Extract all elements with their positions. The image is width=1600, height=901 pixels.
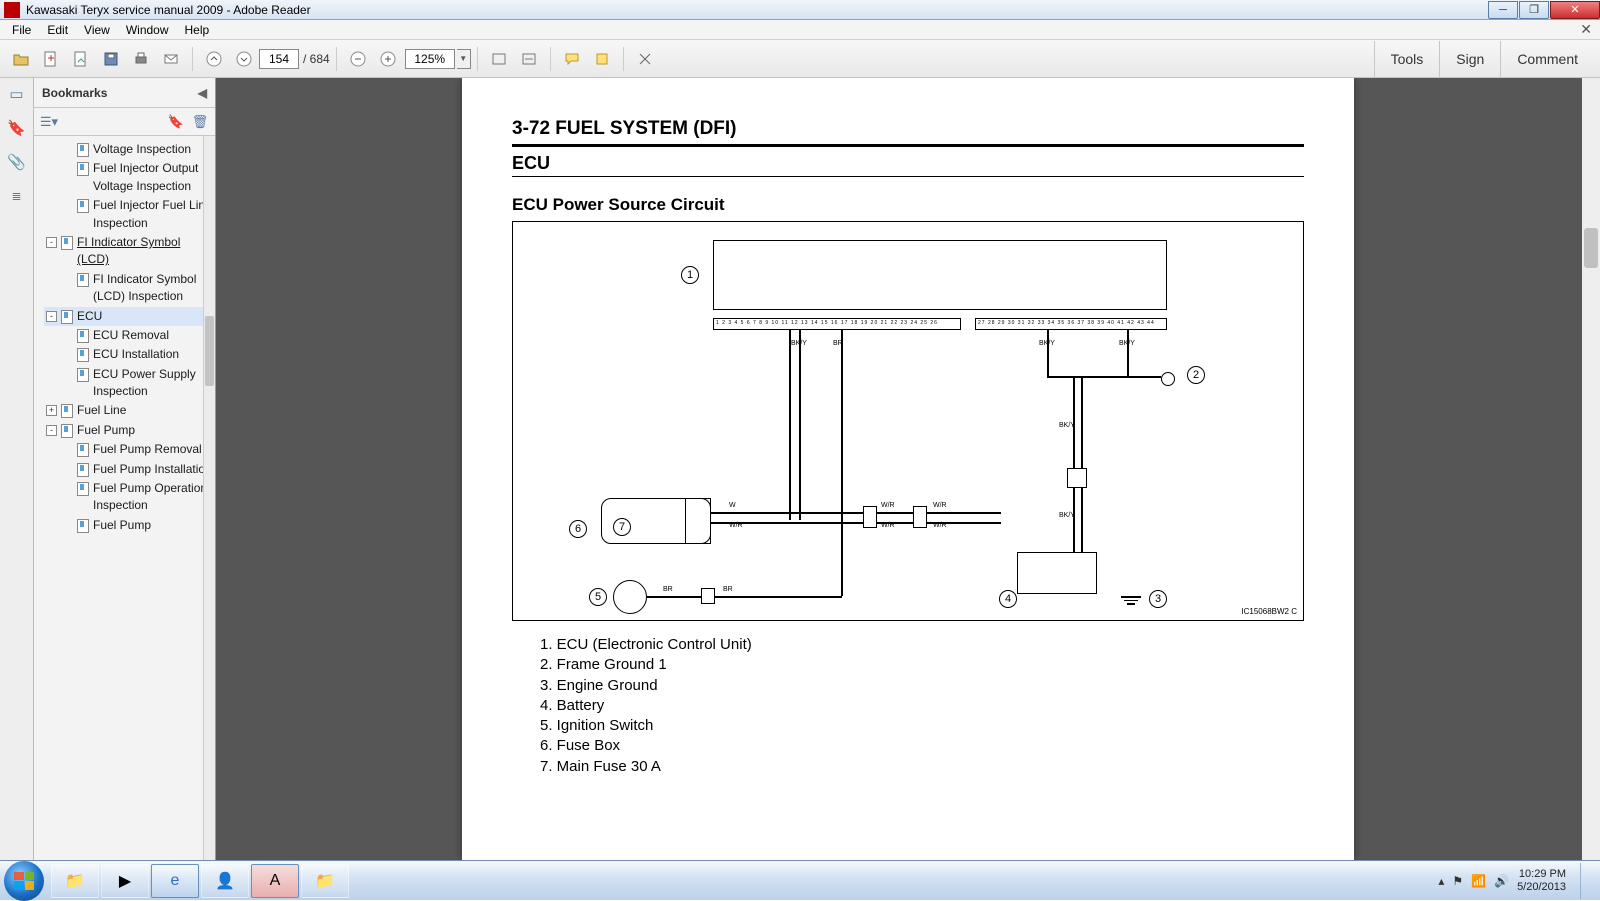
new-bookmark-icon[interactable]: 🔖 — [167, 113, 185, 131]
open-button[interactable] — [8, 46, 34, 72]
taskbar-ie[interactable]: e — [151, 864, 199, 898]
nav-rail: ▭ 🔖 📎 ≣ — [0, 78, 34, 860]
callout-3: 3 — [1149, 590, 1167, 608]
bookmark-item[interactable]: Fuel Injector Fuel Line Inspection — [60, 196, 215, 233]
bookmark-item[interactable]: ECU Removal — [60, 326, 215, 345]
bookmarks-panel: Bookmarks ◀ ☰▾ 🔖 🗑 Voltage InspectionFue… — [34, 78, 216, 860]
bookmark-item[interactable]: Fuel Pump Installation — [60, 460, 215, 479]
bookmark-item[interactable]: +Fuel Line — [44, 401, 215, 420]
toolbar: / 684 ▼ Tools Sign Comment — [0, 40, 1600, 78]
bookmark-item[interactable]: ECU Power Supply Inspection — [60, 365, 215, 402]
bookmark-item[interactable]: -ECU — [44, 307, 215, 326]
comment-button[interactable] — [559, 46, 585, 72]
main-area: ▭ 🔖 📎 ≣ Bookmarks ◀ ☰▾ 🔖 🗑 Voltage Inspe… — [0, 78, 1600, 860]
tray-show-hidden-icon[interactable]: ▴ — [1438, 874, 1444, 888]
collapse-panel-icon[interactable]: ◀ — [198, 86, 207, 100]
bookmark-item[interactable]: Fuel Injector Output Voltage Inspection — [60, 159, 215, 196]
legend-list: 1. ECU (Electronic Control Unit)2. Frame… — [512, 635, 1304, 777]
email-button[interactable] — [158, 46, 184, 72]
start-button[interactable] — [4, 861, 44, 901]
delete-bookmark-icon[interactable]: 🗑 — [191, 113, 209, 131]
page-up-button[interactable] — [201, 46, 227, 72]
menu-bar: File Edit View Window Help ✕ — [0, 20, 1600, 40]
zoom-dropdown-icon[interactable]: ▼ — [457, 49, 471, 69]
minimize-button[interactable]: ─ — [1488, 1, 1518, 19]
fit-width-button[interactable] — [516, 46, 542, 72]
menu-close-icon[interactable]: ✕ — [1580, 21, 1592, 38]
attachments-icon[interactable]: 📎 — [7, 152, 27, 172]
window-titlebar: Kawasaki Teryx service manual 2009 - Ado… — [0, 0, 1600, 20]
callout-4: 4 — [999, 590, 1017, 608]
callout-2: 2 — [1187, 366, 1205, 384]
taskbar: 📁 ▶ e 👤 A 📁 ▴ ⚑ 📶 🔊 10:29 PM 5/20/2013 — [0, 860, 1600, 900]
create-pdf-button[interactable] — [38, 46, 64, 72]
tray-volume-icon[interactable]: 🔊 — [1494, 874, 1509, 888]
bookmarks-title: Bookmarks — [42, 86, 107, 100]
bookmark-tab-icon[interactable]: 🔖 — [7, 118, 27, 138]
taskbar-app2[interactable]: 📁 — [301, 864, 349, 898]
section-title: ECU — [512, 153, 1304, 174]
menu-view[interactable]: View — [76, 21, 118, 39]
callout-6: 6 — [569, 520, 587, 538]
menu-edit[interactable]: Edit — [39, 21, 76, 39]
options-icon[interactable]: ☰▾ — [40, 113, 58, 131]
menu-file[interactable]: File — [4, 21, 39, 39]
callout-1: 1 — [681, 266, 699, 284]
bookmark-item[interactable]: Fuel Pump — [60, 516, 215, 535]
bookmark-item[interactable]: Voltage Inspection — [60, 140, 215, 159]
bookmark-item[interactable]: Fuel Pump Removal — [60, 440, 215, 459]
tray-flag-icon[interactable]: ⚑ — [1452, 874, 1463, 888]
taskbar-app1[interactable]: 👤 — [201, 864, 249, 898]
page-number-input[interactable] — [259, 49, 299, 69]
zoom-out-button[interactable] — [345, 46, 371, 72]
close-button[interactable]: ✕ — [1550, 1, 1600, 19]
callout-5: 5 — [589, 588, 607, 606]
convert-button[interactable] — [68, 46, 94, 72]
read-mode-button[interactable] — [632, 46, 658, 72]
page-total-label: / 684 — [303, 52, 330, 66]
comment-tab[interactable]: Comment — [1500, 41, 1594, 77]
zoom-in-button[interactable] — [375, 46, 401, 72]
page-header: 3-72 FUEL SYSTEM (DFI) — [512, 118, 1304, 140]
tray-network-icon[interactable]: 📶 — [1471, 874, 1486, 888]
window-title: Kawasaki Teryx service manual 2009 - Ado… — [24, 3, 1487, 17]
bookmarks-tree: Voltage InspectionFuel Injector Output V… — [34, 136, 215, 860]
maximize-button[interactable]: ❐ — [1519, 1, 1549, 19]
bookmark-item[interactable]: ECU Installation — [60, 345, 215, 364]
taskbar-adobe-reader[interactable]: A — [251, 864, 299, 898]
document-scrollbar[interactable] — [1582, 78, 1600, 860]
sign-tab[interactable]: Sign — [1439, 41, 1500, 77]
bookmark-item[interactable]: Fuel Pump Operation Inspection — [60, 479, 215, 516]
fit-page-button[interactable] — [486, 46, 512, 72]
tray-clock[interactable]: 10:29 PM 5/20/2013 — [1517, 868, 1566, 893]
bookmark-item[interactable]: -Fuel Pump — [44, 421, 215, 440]
save-button[interactable] — [98, 46, 124, 72]
bookmarks-scrollbar[interactable] — [203, 136, 215, 860]
show-desktop-button[interactable] — [1580, 863, 1592, 899]
circuit-diagram: 1 2 3 4 5 6 7 8 9 10 11 12 13 14 15 16 1… — [512, 221, 1304, 621]
diagram-code: IC15068BW2 C — [1241, 607, 1297, 616]
page-down-button[interactable] — [231, 46, 257, 72]
highlight-button[interactable] — [589, 46, 615, 72]
thumbnails-icon[interactable]: ▭ — [7, 84, 27, 104]
tools-tab[interactable]: Tools — [1374, 41, 1440, 77]
subsection-title: ECU Power Source Circuit — [512, 195, 1304, 215]
zoom-input[interactable] — [405, 49, 455, 69]
print-button[interactable] — [128, 46, 154, 72]
menu-window[interactable]: Window — [118, 21, 177, 39]
bookmark-item[interactable]: FI Indicator Symbol (LCD) Inspection — [60, 270, 215, 307]
document-viewport[interactable]: 3-72 FUEL SYSTEM (DFI) ECU ECU Power Sou… — [216, 78, 1600, 860]
signatures-icon[interactable]: ≣ — [7, 186, 27, 206]
taskbar-media-player[interactable]: ▶ — [101, 864, 149, 898]
pdf-page: 3-72 FUEL SYSTEM (DFI) ECU ECU Power Sou… — [462, 78, 1354, 860]
app-icon — [4, 2, 20, 18]
bookmark-item[interactable]: -FI Indicator Symbol (LCD) — [44, 233, 215, 270]
taskbar-explorer[interactable]: 📁 — [51, 864, 99, 898]
menu-help[interactable]: Help — [177, 21, 218, 39]
